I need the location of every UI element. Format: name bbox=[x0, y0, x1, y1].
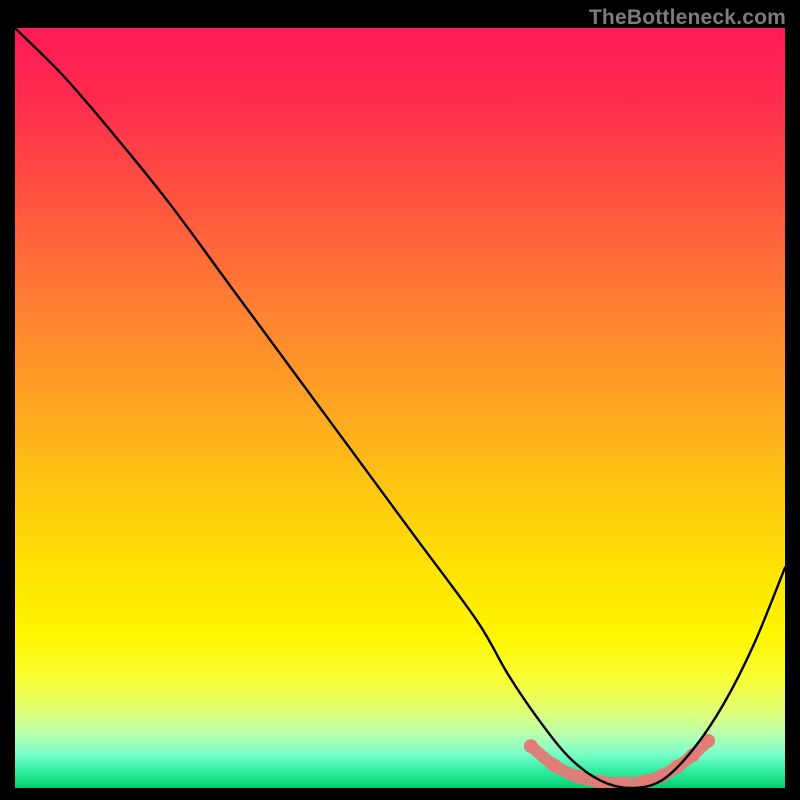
chart-stage: TheBottleneck.com bbox=[0, 0, 800, 800]
highlight-dot bbox=[524, 739, 538, 753]
highlight-dot bbox=[547, 758, 561, 772]
plot-background bbox=[15, 28, 785, 788]
plot-container bbox=[15, 28, 785, 788]
watermark-text: TheBottleneck.com bbox=[589, 6, 786, 30]
chart-svg bbox=[15, 28, 785, 788]
highlight-dot bbox=[570, 770, 584, 784]
